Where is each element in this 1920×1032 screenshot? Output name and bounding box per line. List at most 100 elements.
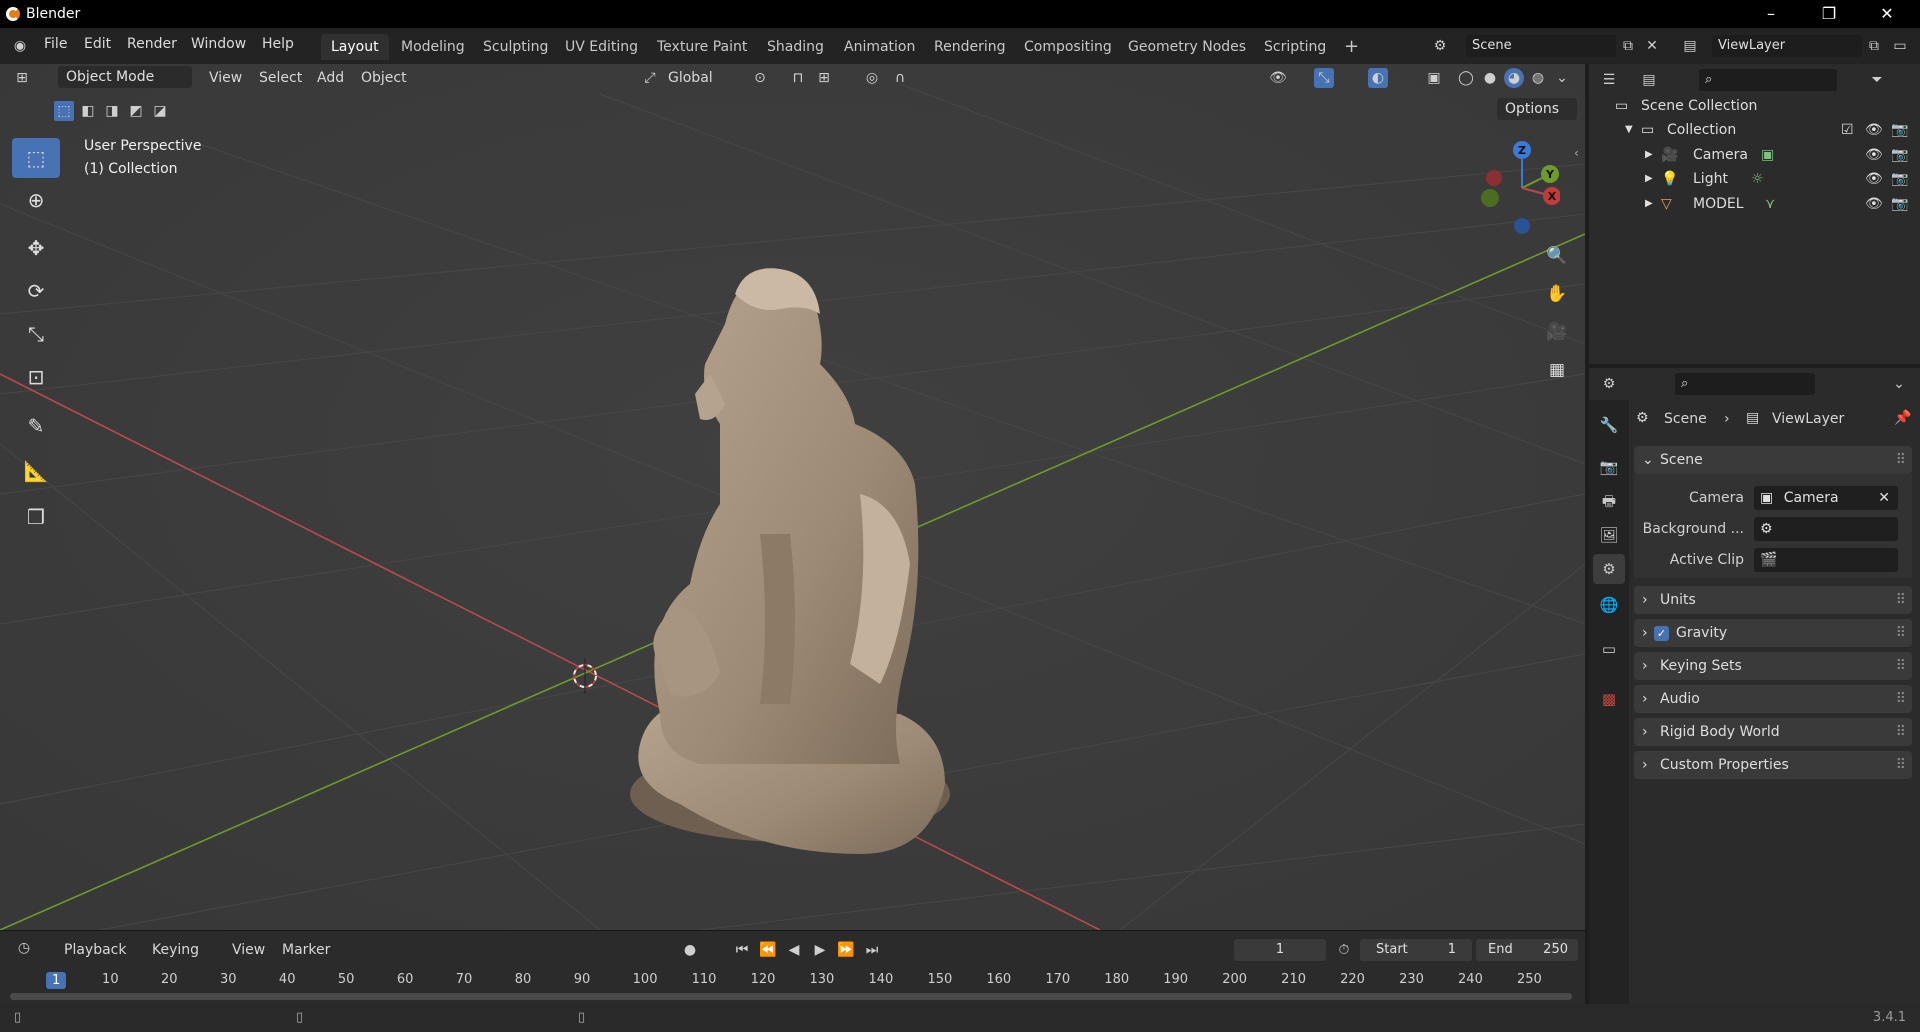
tab-shading[interactable]: Shading — [757, 34, 834, 60]
tab-texture-paint[interactable]: Texture Paint — [647, 34, 757, 60]
drag-handle-icon[interactable]: ⠿ — [1896, 586, 1906, 614]
select-intersect-icon[interactable]: ◪ — [150, 101, 170, 121]
panel-custom-properties[interactable]: › Custom Properties ⠿ — [1634, 751, 1912, 779]
camera-field[interactable]: ▣ Camera ✕ — [1754, 486, 1898, 510]
gizmo-neg-z-icon[interactable] — [1514, 218, 1530, 234]
xray-toggle-icon[interactable]: ▣ — [1424, 68, 1444, 88]
drag-handle-icon[interactable]: ⠿ — [1896, 685, 1906, 713]
move-tool-icon[interactable]: ✥ — [12, 228, 60, 268]
menu-object[interactable]: Object — [361, 70, 407, 86]
display-mode-icon[interactable]: ▤ — [1639, 70, 1659, 90]
ortho-grid-icon[interactable]: ▦ — [1541, 354, 1573, 386]
wireframe-shading-icon[interactable]: ◯ — [1456, 68, 1476, 88]
panel-gravity[interactable]: › ✓ Gravity ⠿ — [1634, 619, 1912, 647]
outliner-row-camera[interactable]: ▶ 🎥 Camera ▣ 👁 📷 — [1589, 143, 1920, 167]
eye-icon[interactable]: 👁 — [1865, 118, 1883, 142]
render-camera-icon[interactable]: 📷 — [1891, 118, 1908, 142]
timeline-scrollbar[interactable] — [10, 993, 1572, 1000]
clear-icon[interactable]: ✕ — [1878, 486, 1890, 510]
3d-viewport[interactable] — [0, 64, 1585, 930]
gizmo-neg-x-icon[interactable] — [1486, 170, 1502, 186]
scene-icon[interactable]: ⚙ — [1430, 36, 1450, 56]
tab-scripting[interactable]: Scripting — [1254, 34, 1336, 60]
menu-view[interactable]: View — [209, 70, 242, 86]
eye-icon[interactable]: 👁 — [1865, 143, 1883, 167]
rendered-shading-icon[interactable]: ◍ — [1528, 68, 1548, 88]
pan-hand-icon[interactable]: ✋ — [1541, 278, 1573, 310]
tab-render-icon[interactable]: 📷 — [1593, 452, 1625, 482]
outliner-row-light[interactable]: ▶ 💡 Light ☼ 👁 📷 — [1589, 167, 1920, 191]
exclude-checkbox[interactable]: ☑ — [1841, 118, 1854, 142]
falloff-icon[interactable]: ∩ — [890, 68, 910, 88]
pin-icon[interactable]: 📌 — [1894, 410, 1911, 426]
editor-type-icon[interactable]: ⊞ — [12, 68, 32, 88]
select-invert-icon[interactable]: ◩ — [126, 101, 146, 121]
drag-handle-icon[interactable]: ⠿ — [1896, 718, 1906, 746]
breadcrumb-viewlayer[interactable]: ViewLayer — [1772, 411, 1844, 427]
menu-help[interactable]: Help — [262, 36, 294, 52]
snap-icon[interactable]: ⊓ — [788, 68, 808, 88]
orientation-dropdown[interactable]: Global — [668, 70, 713, 86]
select-extend-icon[interactable]: ◧ — [78, 101, 98, 121]
scene-panel-header[interactable]: ⌄ Scene ⠿ — [1634, 446, 1912, 474]
tab-texture-icon[interactable]: ▩ — [1593, 684, 1625, 714]
expand-arrow-icon[interactable]: ▶ — [1645, 143, 1653, 167]
tab-world-icon[interactable]: 🌐 — [1593, 590, 1625, 620]
filter-icon[interactable]: ⏷ — [1867, 70, 1887, 90]
shading-options-icon[interactable]: ⌄ — [1552, 68, 1572, 88]
render-camera-icon[interactable]: 📷 — [1891, 192, 1908, 216]
outliner-row-collection[interactable]: ▼ ▭ Collection ☑ 👁 📷 — [1589, 118, 1920, 142]
eye-icon[interactable]: 👁 — [1865, 192, 1883, 216]
properties-editor-icon[interactable]: ⚙ — [1599, 374, 1619, 394]
zoom-icon[interactable]: 🔍 — [1541, 240, 1573, 272]
material-shading-icon[interactable]: ◕ — [1504, 68, 1524, 88]
menu-edit[interactable]: Edit — [84, 36, 111, 52]
outliner-row-model[interactable]: ▶ ▽ MODEL ⋎ 👁 📷 — [1589, 192, 1920, 216]
expand-arrow-icon[interactable]: ▶ — [1645, 167, 1653, 191]
maximize-icon[interactable]: ❐ — [1800, 0, 1858, 28]
proportional-edit-icon[interactable]: ◎ — [862, 68, 882, 88]
outliner-row-scene-collection[interactable]: ▭ Scene Collection — [1589, 94, 1920, 118]
delete-viewlayer-icon[interactable]: ▭ — [1890, 36, 1910, 56]
tab-tool-icon[interactable]: 🔧 — [1593, 410, 1625, 440]
render-camera-icon[interactable]: 📷 — [1891, 143, 1908, 167]
menu-render[interactable]: Render — [127, 36, 177, 52]
outliner-editor-icon[interactable]: ☰ — [1599, 70, 1619, 90]
transform-orientation-icon[interactable]: ⤢ — [640, 68, 660, 88]
solid-shading-icon[interactable]: ● — [1480, 68, 1500, 88]
drag-handle-icon[interactable]: ⠿ — [1896, 446, 1906, 474]
tab-animation[interactable]: Animation — [834, 34, 925, 60]
visibility-icon[interactable]: 👁 — [1268, 68, 1288, 88]
viewlayer-selector[interactable]: ViewLayer — [1712, 35, 1862, 57]
tab-compositing[interactable]: Compositing — [1014, 34, 1122, 60]
drag-handle-icon[interactable]: ⠿ — [1896, 619, 1906, 647]
minimize-icon[interactable]: – — [1742, 0, 1800, 28]
cursor-tool-icon[interactable]: ⊕ — [12, 180, 60, 220]
scene-selector[interactable]: Scene — [1466, 35, 1616, 57]
camera-data-icon[interactable]: ▣ — [1761, 143, 1774, 167]
properties-options-icon[interactable]: ⌄ — [1889, 374, 1909, 394]
annotate-tool-icon[interactable]: ✎ — [12, 406, 60, 446]
tab-modeling[interactable]: Modeling — [391, 34, 475, 60]
blender-menu-icon[interactable]: ◉ — [10, 36, 30, 56]
delete-scene-icon[interactable]: ✕ — [1642, 36, 1662, 56]
panel-audio[interactable]: › Audio ⠿ — [1634, 685, 1912, 713]
background-scene-field[interactable]: ⚙ — [1754, 517, 1898, 541]
transform-tool-icon[interactable]: ⊡ — [12, 357, 60, 397]
panel-units[interactable]: › Units ⠿ — [1634, 586, 1912, 614]
menu-window[interactable]: Window — [191, 36, 246, 52]
close-icon[interactable]: ✕ — [1858, 0, 1916, 28]
gizmo-neg-y-icon[interactable] — [1481, 189, 1499, 207]
active-clip-field[interactable]: 🎬 — [1754, 548, 1898, 572]
measure-tool-icon[interactable]: 📐 — [12, 451, 60, 491]
panel-rigid-body-world[interactable]: › Rigid Body World ⠿ — [1634, 718, 1912, 746]
select-new-icon[interactable]: ⬚ — [54, 101, 74, 121]
mode-dropdown[interactable]: Object Mode — [58, 66, 192, 88]
new-scene-icon[interactable]: ⧉ — [1618, 36, 1638, 56]
add-cube-tool-icon[interactable]: ❒ — [12, 497, 60, 537]
tab-view-layer-icon[interactable]: 🖼 — [1593, 520, 1625, 550]
eye-icon[interactable]: 👁 — [1865, 167, 1883, 191]
render-camera-icon[interactable]: 📷 — [1891, 167, 1908, 191]
drag-handle-icon[interactable]: ⠿ — [1896, 652, 1906, 680]
tab-layout[interactable]: Layout — [321, 34, 389, 60]
